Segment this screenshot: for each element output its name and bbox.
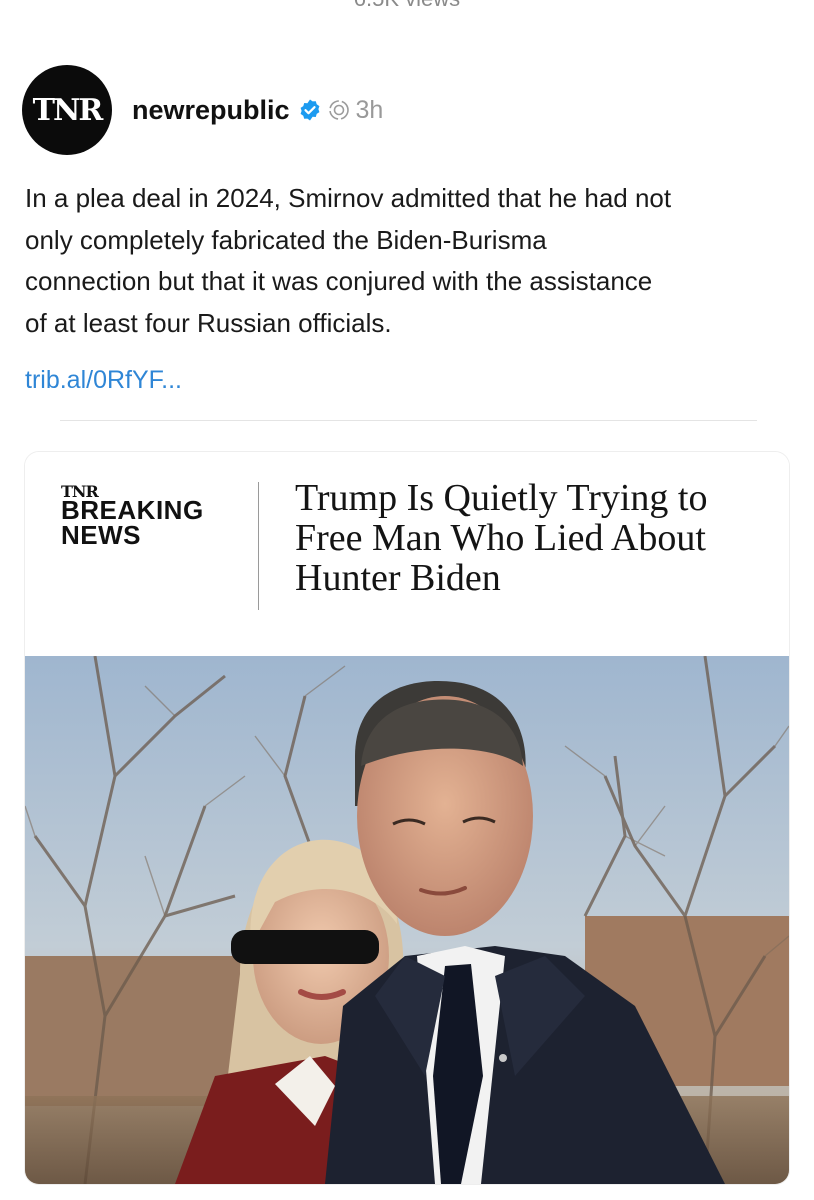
breaking-label-line: NEWS: [61, 520, 141, 550]
post-link[interactable]: trib.al/0RfYF...: [25, 366, 182, 395]
headline-line: Free Man Who Lied About: [295, 517, 706, 559]
card-banner: TNR BREAKING NEWS Trump Is Quietly Tryin…: [25, 452, 789, 656]
username[interactable]: newrepublic: [132, 95, 290, 126]
views-count: 6.5K views: [0, 0, 814, 12]
post-text: In a plea deal in 2024, Smirnov admitted…: [25, 178, 795, 344]
headline-line: Trump Is Quietly Trying to: [295, 477, 708, 519]
headline-line: Hunter Biden: [295, 557, 501, 599]
link-preview-card[interactable]: TNR BREAKING NEWS Trump Is Quietly Tryin…: [25, 452, 789, 1184]
repost-icon[interactable]: [328, 99, 350, 121]
article-photo: [25, 656, 789, 1184]
post-text-line: connection but that it was conjured with…: [25, 266, 653, 296]
post-header: TNR newrepublic 3h: [22, 64, 383, 156]
post-text-line: In a plea deal in 2024, Smirnov admitted…: [25, 183, 672, 213]
post-timestamp: 3h: [355, 95, 384, 124]
post-text-line: only completely fabricated the Biden-Bur…: [25, 224, 547, 255]
avatar-text: TNR: [32, 92, 104, 128]
breaking-news-label: BREAKING NEWS: [61, 497, 204, 550]
avatar[interactable]: TNR: [22, 65, 112, 155]
banner-divider: [258, 482, 259, 610]
card-headline: Trump Is Quietly Trying to Free Man Who …: [295, 478, 775, 598]
verified-badge-icon: [298, 98, 322, 122]
divider: [60, 420, 757, 421]
post-text-line: of at least four Russian officials.: [25, 307, 392, 338]
